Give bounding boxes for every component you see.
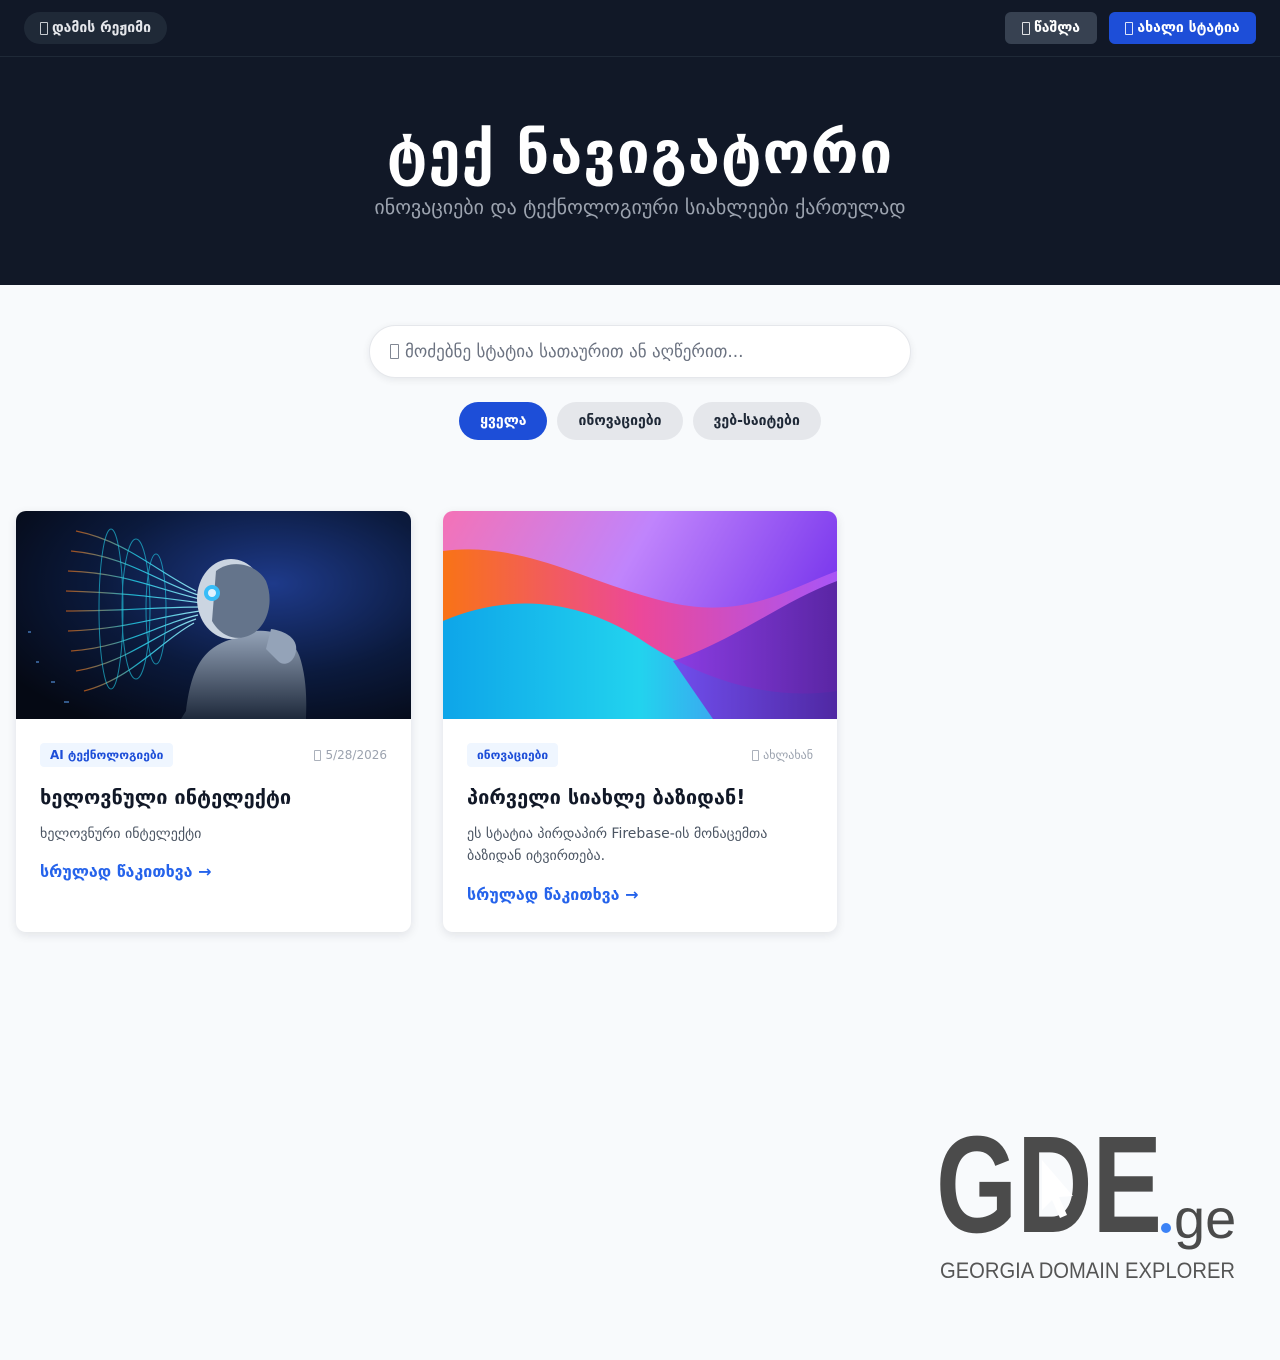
article-meta: AI ტექნოლოგიები 5/28/2026	[40, 743, 387, 767]
plus-icon	[1125, 21, 1134, 35]
calendar-icon	[752, 749, 760, 761]
article-date: 5/28/2026	[314, 748, 387, 762]
calendar-icon	[314, 749, 322, 761]
read-more-link[interactable]: სრულად წაკითხვა →	[40, 862, 212, 881]
article-meta: ინოვაციები ახლახან	[467, 743, 813, 767]
moon-icon	[40, 21, 48, 35]
gde-logo: GDE ge GEORGIA DOMAIN EXPLORER	[930, 1108, 1250, 1290]
page-subtitle: ინოვაციები და ტექნოლოგიური სიახლეები ქარ…	[374, 195, 906, 219]
article-title[interactable]: ხელოვნული ინტელექტი	[40, 783, 387, 811]
search-box	[369, 325, 911, 378]
article-image-ai-robot	[16, 511, 411, 719]
night-mode-button[interactable]: დამის რეჟიმი	[24, 12, 168, 44]
search-input[interactable]	[405, 341, 910, 362]
article-card[interactable]: AI ტექნოლოგიები 5/28/2026 ხელოვნული ინტე…	[16, 511, 411, 932]
svg-text:ge: ge	[1174, 1187, 1236, 1250]
filter-innovations[interactable]: ინოვაციები	[557, 402, 683, 440]
article-image-abstract-waves	[443, 511, 837, 719]
category-filters: ყველა ინოვაციები ვებ-საიტები	[0, 402, 1280, 440]
page-title: ტექ ნავიგატორი	[386, 119, 894, 187]
new-article-button[interactable]: ახალი სტატია	[1109, 12, 1256, 44]
trash-icon	[1021, 21, 1030, 35]
filter-all[interactable]: ყველა	[459, 402, 548, 440]
article-description: ეს სტატია პირდაპირ Firebase-ის მონაცემთა…	[467, 826, 768, 864]
hero: ტექ ნავიგატორი ინოვაციები და ტექნოლოგიურ…	[0, 57, 1280, 285]
article-date: ახლახან	[752, 748, 813, 762]
article-card[interactable]: ინოვაციები ახლახან პირველი სიახლე ბაზიდა…	[443, 511, 837, 932]
delete-label: წაშლა	[1033, 20, 1081, 36]
top-bar: დამის რეჟიმი წაშლა ახალი სტატია	[0, 0, 1280, 57]
read-more-link[interactable]: სრულად წაკითხვა →	[467, 885, 639, 904]
category-badge: ინოვაციები	[467, 743, 559, 767]
night-mode-label: დამის რეჟიმი	[52, 20, 152, 36]
category-badge: AI ტექნოლოგიები	[40, 743, 174, 767]
delete-button[interactable]: წაშლა	[1005, 12, 1097, 44]
svg-text:GEORGIA DOMAIN EXPLORER: GEORGIA DOMAIN EXPLORER	[940, 1258, 1235, 1283]
search-icon	[390, 344, 399, 359]
filter-websites[interactable]: ვებ-საიტები	[692, 402, 821, 440]
new-article-label: ახალი სტატია	[1137, 20, 1240, 36]
date-text: 5/28/2026	[325, 748, 387, 762]
date-text: ახლახან	[763, 748, 813, 762]
article-title[interactable]: პირველი სიახლე ბაზიდან!	[467, 783, 813, 811]
article-description: ხელოვნური ინტელექტი	[40, 826, 202, 842]
